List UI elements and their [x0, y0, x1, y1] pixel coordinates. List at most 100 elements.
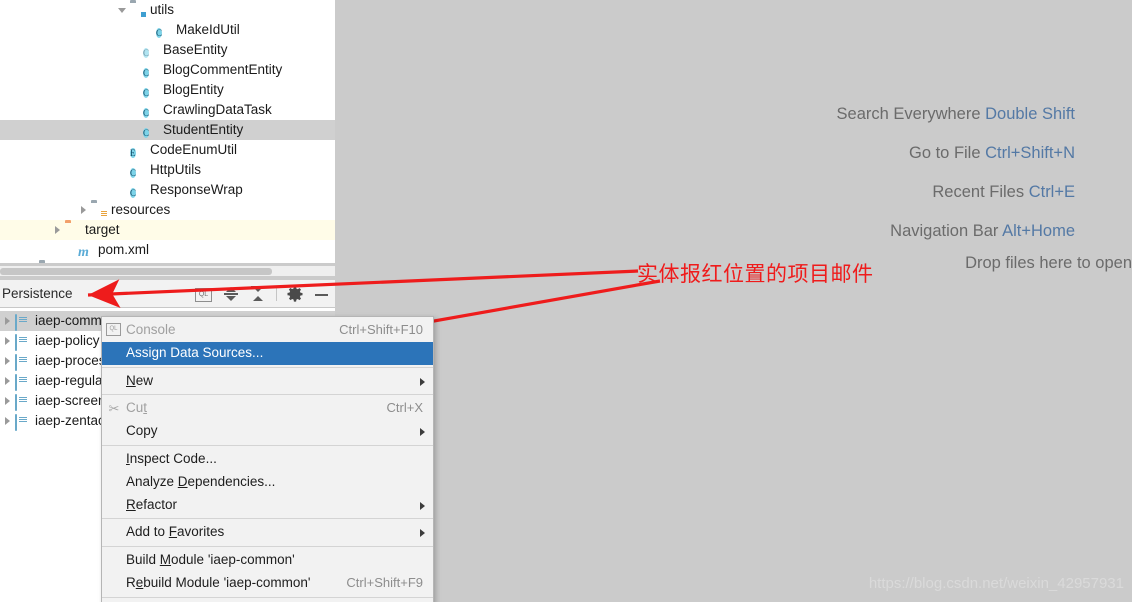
tree-row-label: iaep-gateway: [59, 260, 144, 263]
class-runnable-icon: C: [130, 168, 137, 178]
project-tree-horizontal-scrollbar[interactable]: [0, 266, 335, 276]
menu-item-label: Copy: [126, 423, 158, 439]
project-tool-window[interactable]: utils C MakeIdUtil C BaseEntity C BlogCommentE…: [0, 0, 335, 263]
collapse-all-icon[interactable]: [249, 285, 267, 303]
console-icon: QL: [106, 323, 121, 336]
tree-twisty-collapsed-icon[interactable]: [2, 411, 15, 431]
tree-row-label: BlogCommentEntity: [163, 62, 283, 77]
tree-twisty-expanded-icon[interactable]: [117, 0, 130, 20]
menu-item-shortcut: Ctrl+Shift+F9: [346, 574, 423, 590]
menu-item-label: Assign Data Sources...: [126, 344, 264, 360]
tree-twisty-collapsed-icon[interactable]: [2, 331, 15, 351]
folder-resources-icon: [91, 202, 107, 218]
module-icon: [15, 353, 31, 371]
tree-row[interactable]: target: [0, 220, 335, 240]
tree-twisty-collapsed-icon[interactable]: [2, 351, 15, 371]
menu-item-label: Build Module 'iaep-common': [126, 552, 295, 568]
tree-twisty-collapsed-icon[interactable]: [78, 200, 91, 220]
tree-row[interactable]: C MakeIdUtil: [0, 20, 335, 40]
menu-separator: [102, 518, 433, 520]
scrollbar-thumb[interactable]: [0, 268, 272, 275]
scissors-icon: ✂: [108, 401, 120, 417]
persistence-module-label: iaep-policy: [35, 333, 100, 348]
tree-twisty-collapsed-icon[interactable]: [2, 371, 15, 391]
shortcut-action: Navigation Bar: [890, 222, 999, 240]
ide-screenshot: utils C MakeIdUtil C BaseEntity C BlogCommentE…: [0, 0, 1132, 602]
tree-row[interactable]: C StudentEntity: [0, 120, 335, 140]
tree-twisty-collapsed-icon[interactable]: [26, 260, 39, 263]
tree-row[interactable]: C HttpUtils: [0, 160, 335, 180]
gear-icon[interactable]: [286, 285, 304, 303]
menu-item[interactable]: Copy: [102, 420, 433, 443]
menu-item[interactable]: Analyze Dependencies...: [102, 471, 433, 494]
shortcut-action: Recent Files: [932, 183, 1025, 201]
menu-item[interactable]: Rebuild Module 'iaep-common' Ctrl+Shift+F…: [102, 572, 433, 595]
menu-item-label: Add to Favorites: [126, 524, 225, 540]
persistence-module-label: iaep-regulat: [35, 373, 107, 388]
menu-item[interactable]: Refactor: [102, 494, 433, 517]
menu-item[interactable]: New: [102, 370, 433, 393]
module-icon: [15, 373, 31, 391]
menu-separator: [102, 444, 433, 446]
menu-item[interactable]: Inspect Code...: [102, 448, 433, 471]
submenu-chevron-icon: [420, 501, 425, 510]
menu-item-label: Cut: [126, 400, 148, 416]
class-icon: C: [156, 28, 163, 38]
toolbar-divider: [276, 286, 277, 301]
class-icon: C: [143, 88, 150, 98]
persistence-toolbar[interactable]: QL: [195, 280, 331, 307]
submenu-chevron-icon: [420, 377, 425, 386]
module-icon: [15, 393, 31, 411]
tree-row-label: HttpUtils: [150, 162, 202, 177]
shortcut-hint-row: Navigation Bar Alt+Home: [760, 212, 1132, 251]
hide-window-icon[interactable]: [313, 285, 331, 303]
tree-row-label: resources: [111, 202, 171, 217]
shortcut-hint-row: Search Everywhere Double Shift: [760, 95, 1132, 134]
tree-twisty-collapsed-icon[interactable]: [52, 220, 65, 240]
tree-row-label: BaseEntity: [163, 42, 228, 57]
tree-twisty-collapsed-icon[interactable]: [2, 391, 15, 411]
expand-all-icon[interactable]: [222, 285, 240, 303]
tree-row[interactable]: C CrawlingDataTask: [0, 100, 335, 120]
tree-row[interactable]: m pom.xml: [0, 240, 335, 260]
class-icon: C: [143, 108, 150, 118]
shortcut-key: Ctrl+Shift+N: [985, 144, 1075, 162]
tree-row[interactable]: C BaseEntity: [0, 40, 335, 60]
shortcut-hint-row: Go to File Ctrl+Shift+N: [760, 134, 1132, 173]
tree-row-label: ResponseWrap: [150, 182, 243, 197]
tree-row[interactable]: resources: [0, 200, 335, 220]
folder-source-icon: [130, 2, 146, 18]
persistence-title: Persistence: [2, 286, 73, 301]
menu-item-label: New: [126, 372, 154, 388]
tree-row[interactable]: iaep-gateway: [0, 260, 335, 263]
context-menu[interactable]: QL Console Ctrl+Shift+F10 Assign Data Sourc…: [101, 316, 434, 602]
folder-excluded-icon: [65, 222, 81, 238]
tree-twisty-collapsed-icon[interactable]: [2, 311, 15, 331]
menu-separator: [102, 394, 433, 396]
menu-item[interactable]: Build Module 'iaep-common': [102, 549, 433, 572]
tree-row[interactable]: C BlogEntity: [0, 80, 335, 100]
menu-item[interactable]: Assign Data Sources...: [102, 341, 433, 365]
project-tree[interactable]: utils C MakeIdUtil C BaseEntity C BlogCommentE…: [0, 0, 335, 263]
persistence-module-label: iaep-screen: [35, 393, 106, 408]
tree-row-label: MakeIdUtil: [176, 22, 240, 37]
tree-row[interactable]: E CodeEnumUtil: [0, 140, 335, 160]
tree-row[interactable]: utils: [0, 0, 335, 20]
tree-row[interactable]: C ResponseWrap: [0, 180, 335, 200]
shortcut-key: Alt+Home: [1002, 222, 1075, 240]
watermark: https://blog.csdn.net/weixin_42957931: [868, 575, 1124, 592]
shortcut-key: Ctrl+E: [1028, 183, 1075, 201]
module-icon: [15, 313, 31, 331]
class-icon: C: [143, 68, 150, 78]
menu-item[interactable]: Add to Favorites: [102, 521, 433, 544]
tree-row[interactable]: C BlogCommentEntity: [0, 60, 335, 80]
annotation-text: 实体报红位置的项目邮件: [637, 262, 874, 286]
shortcut-hint-row: Recent Files Ctrl+E: [760, 173, 1132, 212]
submenu-chevron-icon: [420, 428, 425, 437]
quick-look-icon[interactable]: QL: [195, 285, 213, 303]
menu-item-label: Analyze Dependencies...: [126, 473, 276, 489]
